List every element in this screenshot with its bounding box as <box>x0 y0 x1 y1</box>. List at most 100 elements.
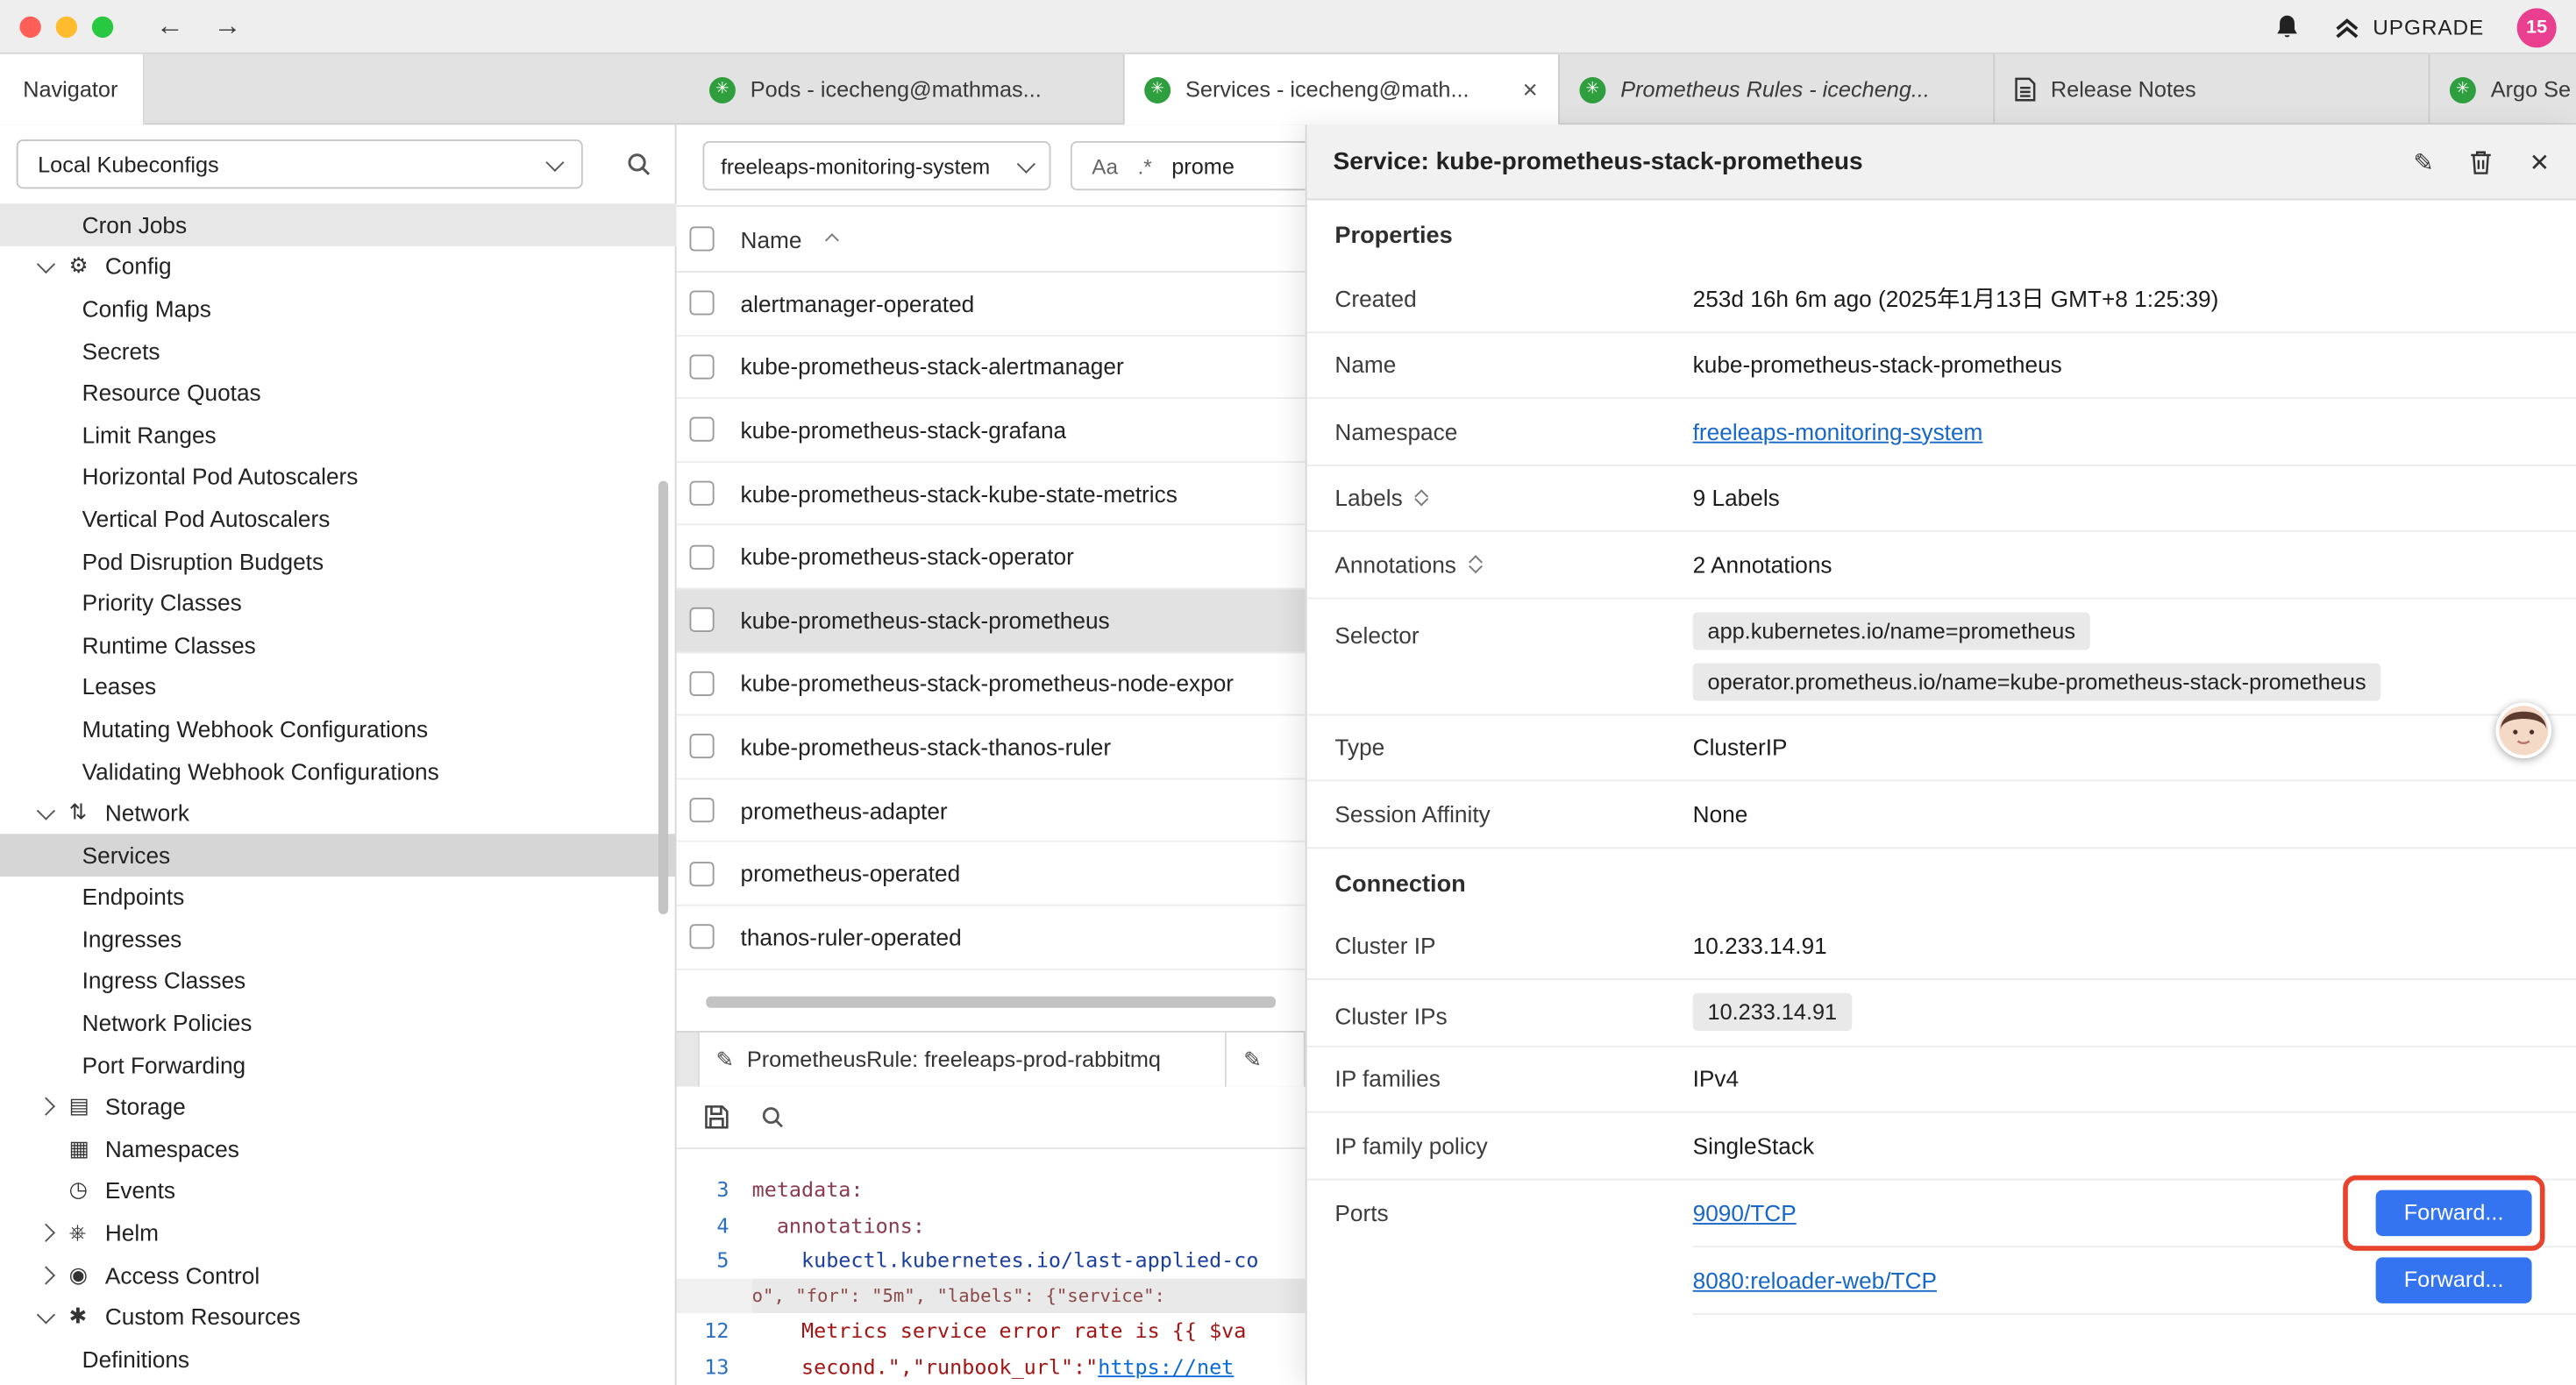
sidebar-item-resource-quotas[interactable]: Resource Quotas <box>0 372 677 414</box>
sidebar-item-limit-ranges[interactable]: Limit Ranges <box>0 414 677 456</box>
select-all-checkbox[interactable] <box>689 226 714 251</box>
sidebar-item-vertical-pod-autoscalers[interactable]: Vertical Pod Autoscalers <box>0 498 677 540</box>
back-icon[interactable]: ← <box>156 10 184 42</box>
expand-toggle-icon[interactable] <box>1471 558 1480 570</box>
table-row[interactable]: prometheus-adapter <box>677 779 1306 842</box>
sidebar-item-runtime-classes[interactable]: Runtime Classes <box>0 623 677 665</box>
sidebar-scrollbar[interactable] <box>658 481 668 914</box>
close-icon[interactable]: ✕ <box>2530 147 2551 177</box>
table-row[interactable]: kube-prometheus-stack-kube-state-metrics <box>677 463 1306 526</box>
save-icon[interactable] <box>702 1103 730 1131</box>
chevron-down-icon[interactable] <box>39 808 69 816</box>
notification-count-badge[interactable]: 15 <box>2517 7 2557 46</box>
sidebar-item-helm[interactable]: ⎈Helm <box>0 1211 677 1254</box>
table-row[interactable]: kube-prometheus-stack-prometheus-node-ex… <box>677 652 1306 715</box>
chevron-down-icon[interactable] <box>39 262 69 270</box>
horizontal-scrollbar[interactable] <box>706 997 1276 1008</box>
sidebar-search-icon[interactable] <box>625 151 651 177</box>
row-checkbox[interactable] <box>689 861 714 885</box>
tab-argo-se[interactable]: ✳Argo Se <box>2430 54 2576 125</box>
sort-ascending-icon[interactable] <box>826 235 839 248</box>
tab-navigator[interactable]: Navigator <box>0 54 145 125</box>
table-row[interactable]: kube-prometheus-stack-alertmanager <box>677 336 1306 399</box>
sidebar-item-access-control[interactable]: ◉Access Control <box>0 1254 677 1296</box>
floating-avatar[interactable] <box>2495 702 2551 758</box>
upgrade-button[interactable]: UPGRADE <box>2333 14 2484 40</box>
port-link[interactable]: 9090/TCP <box>1693 1199 1797 1225</box>
row-checkbox[interactable] <box>689 798 714 822</box>
sidebar-item-storage[interactable]: ▤Storage <box>0 1086 677 1128</box>
sidebar-item-config[interactable]: ⚙Config <box>0 245 677 288</box>
yaml-editor[interactable]: 3metadata:4 annotations:5 kubectl.kubern… <box>677 1149 1306 1385</box>
table-row[interactable]: kube-prometheus-stack-operator <box>677 526 1306 589</box>
tab-prometheus-rules-icecheng[interactable]: ✳Prometheus Rules - icecheng... <box>1560 54 1995 125</box>
sidebar-item-ingress-classes[interactable]: Ingress Classes <box>0 960 677 1002</box>
row-checkbox[interactable] <box>689 671 714 696</box>
close-window-button[interactable] <box>19 16 40 37</box>
sidebar-item-horizontal-pod-autoscalers[interactable]: Horizontal Pod Autoscalers <box>0 456 677 498</box>
table-row[interactable]: thanos-ruler-operated <box>677 906 1306 970</box>
row-checkbox[interactable] <box>689 418 714 443</box>
editor-search-icon[interactable] <box>760 1104 785 1129</box>
delete-trash-icon[interactable] <box>2470 148 2493 174</box>
tab-services-icecheng-math[interactable]: ✳Services - icecheng@math...✕ <box>1125 54 1560 125</box>
sidebar-item-definitions[interactable]: Definitions <box>0 1338 677 1380</box>
tab-pods-icecheng-mathmas[interactable]: ✳Pods - icecheng@mathmas... <box>689 54 1124 125</box>
sidebar-item-port-forwarding[interactable]: Port Forwarding <box>0 1044 677 1086</box>
table-row[interactable]: kube-prometheus-stack-thanos-ruler <box>677 716 1306 779</box>
sidebar-item-priority-classes[interactable]: Priority Classes <box>0 582 677 624</box>
minimize-window-button[interactable] <box>56 16 77 37</box>
row-checkbox[interactable] <box>689 291 714 316</box>
table-row[interactable]: kube-prometheus-stack-grafana <box>677 399 1306 462</box>
regex-toggle[interactable]: .* <box>1138 153 1152 178</box>
sidebar-item-ingresses[interactable]: Ingresses <box>0 918 677 960</box>
chevron-right-icon[interactable] <box>39 1226 69 1239</box>
close-tab-icon[interactable]: ✕ <box>1522 78 1539 101</box>
tab-release-notes[interactable]: Release Notes <box>1995 54 2430 125</box>
expand-toggle-icon[interactable] <box>1418 492 1427 503</box>
row-checkbox[interactable] <box>689 481 714 506</box>
sidebar-item-services[interactable]: Services <box>0 834 677 876</box>
sidebar-item-pod-disruption-budgets[interactable]: Pod Disruption Budgets <box>0 540 677 582</box>
table-row[interactable]: prometheus-operated <box>677 842 1306 906</box>
sidebar-item-events[interactable]: ◷Events <box>0 1170 677 1212</box>
editor-tab-partial[interactable]: ✎ <box>1228 1033 1306 1087</box>
chevron-down-icon[interactable] <box>39 1313 69 1321</box>
sidebar-item-validating-webhook-configurations[interactable]: Validating Webhook Configurations <box>0 749 677 792</box>
name-column-header[interactable]: Name <box>741 225 802 252</box>
tab-label: Argo Se <box>2491 77 2576 102</box>
chevron-right-icon[interactable] <box>39 1100 69 1113</box>
zoom-window-button[interactable] <box>92 16 113 37</box>
forward-button[interactable]: Forward... <box>2376 1190 2532 1235</box>
list-search-input[interactable]: Aa .* prome <box>1071 141 1306 190</box>
sidebar-item-namespaces[interactable]: ▦Namespaces <box>0 1128 677 1170</box>
row-checkbox[interactable] <box>689 544 714 569</box>
port-link[interactable]: 8080:reloader-web/TCP <box>1693 1267 1937 1293</box>
edit-icon[interactable]: ✎ <box>2413 147 2434 177</box>
match-case-toggle[interactable]: Aa <box>1092 153 1118 178</box>
sidebar-item-cron-jobs[interactable]: Cron Jobs <box>0 203 677 245</box>
forward-icon[interactable]: → <box>213 10 241 42</box>
row-checkbox[interactable] <box>689 354 714 379</box>
table-row[interactable]: kube-prometheus-stack-prometheus <box>677 589 1306 652</box>
editor-tab-prometheusrule[interactable]: ✎ PrometheusRule: freeleaps-prod-rabbitm… <box>698 1033 1228 1087</box>
sidebar-item-secrets[interactable]: Secrets <box>0 330 677 372</box>
chevron-right-icon[interactable] <box>39 1268 69 1282</box>
namespace-filter-select[interactable]: freeleaps-monitoring-system <box>702 141 1050 190</box>
sidebar-item-config-maps[interactable]: Config Maps <box>0 288 677 330</box>
sidebar-item-custom-resources[interactable]: ✱Custom Resources <box>0 1296 677 1338</box>
sidebar-item-network[interactable]: ⇅Network <box>0 792 677 834</box>
notifications-bell-icon[interactable] <box>2274 13 2301 41</box>
table-row[interactable]: alertmanager-operated <box>677 273 1306 336</box>
sidebar-item-endpoints[interactable]: Endpoints <box>0 876 677 918</box>
row-checkbox[interactable] <box>689 607 714 632</box>
sidebar-item-mutating-webhook-configurations[interactable]: Mutating Webhook Configurations <box>0 707 677 749</box>
forward-button[interactable]: Forward... <box>2376 1256 2532 1302</box>
row-checkbox[interactable] <box>689 735 714 759</box>
kubeconfig-select[interactable]: Local Kubeconfigs <box>17 139 583 188</box>
row-checkbox[interactable] <box>689 925 714 949</box>
sidebar-item-label: Events <box>105 1178 175 1204</box>
sidebar-item-network-policies[interactable]: Network Policies <box>0 1002 677 1044</box>
namespace-link[interactable]: freeleaps-monitoring-system <box>1693 418 1983 444</box>
sidebar-item-leases[interactable]: Leases <box>0 665 677 707</box>
